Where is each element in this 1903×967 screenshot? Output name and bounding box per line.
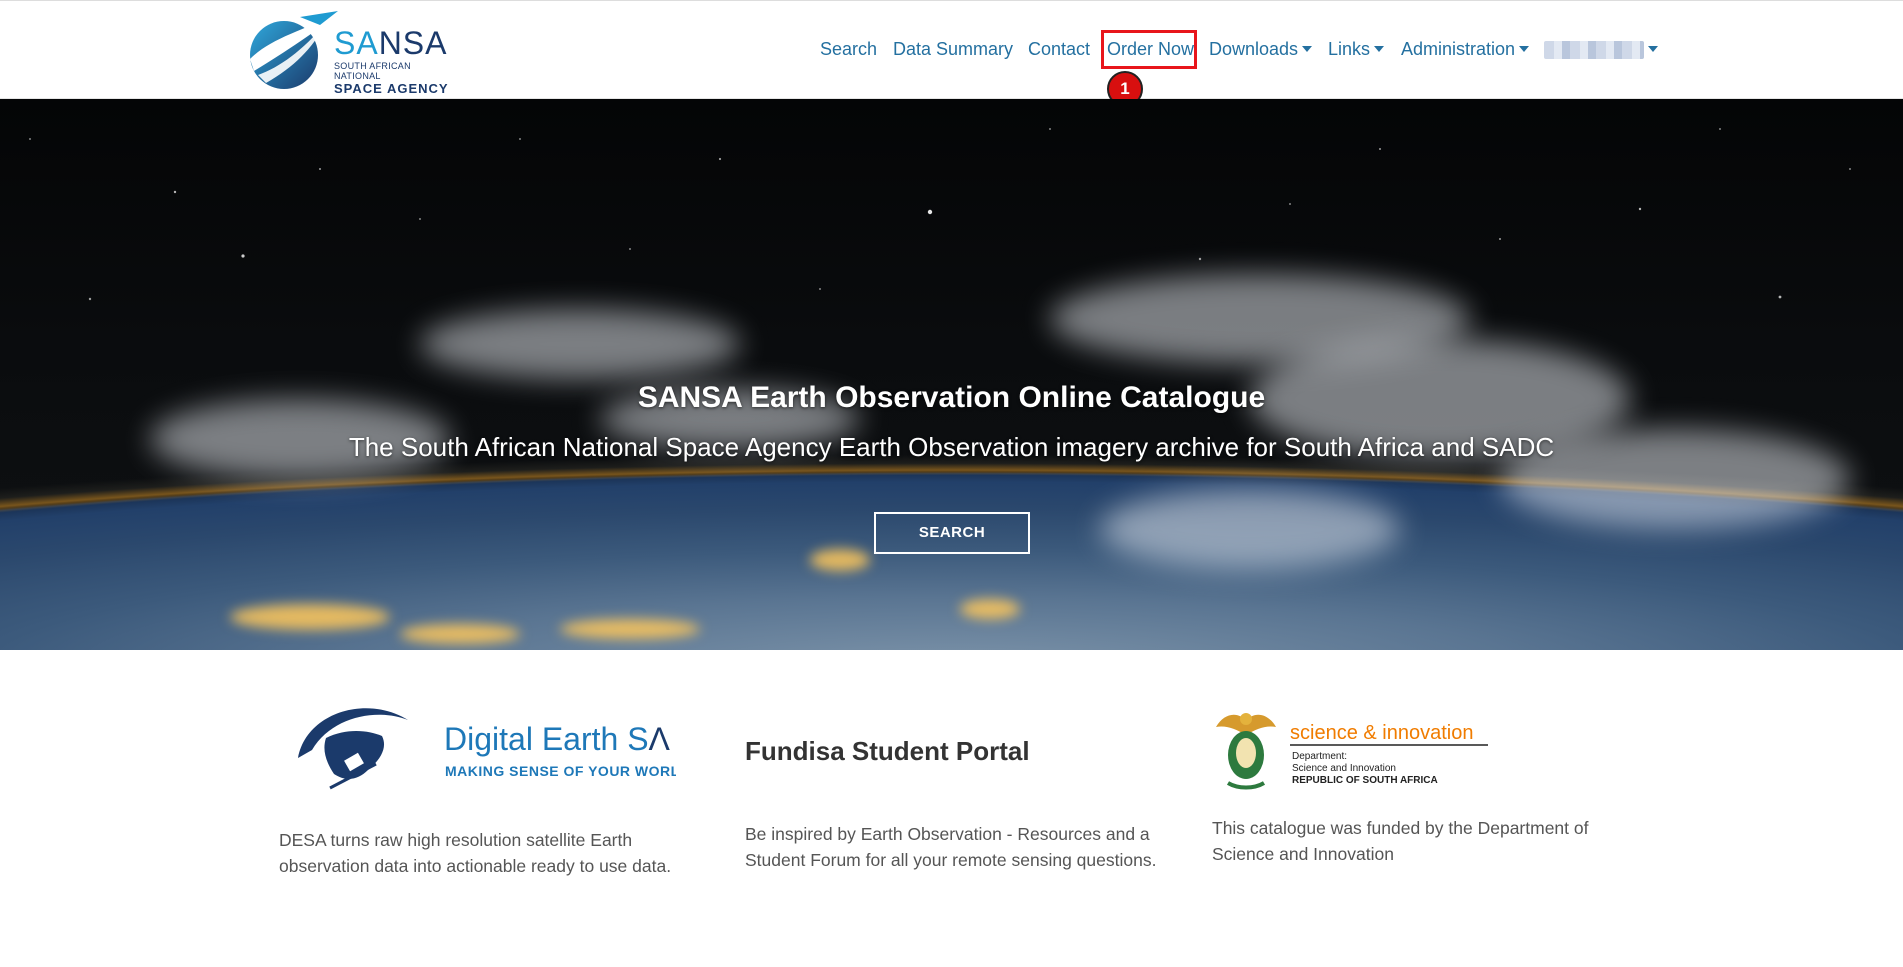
nav-data-summary[interactable]: Data Summary — [893, 34, 1013, 64]
sansa-wordmark: SANSA SOUTH AFRICAN NATIONAL SPACE AGENC… — [334, 27, 455, 96]
user-name-redacted — [1544, 41, 1644, 60]
nav-administration[interactable]: Administration — [1401, 34, 1530, 64]
desa-logo-name: Digital Earth SΛ — [444, 721, 671, 757]
desa-description: DESA turns raw high resolution satellite… — [279, 830, 672, 876]
chevron-down-icon — [1302, 46, 1313, 53]
dsi-description: This catalogue was funded by the Departm… — [1212, 818, 1589, 864]
city-lights — [230, 604, 390, 630]
brand-name-rest: NSA — [378, 25, 448, 61]
nav-administration-label: Administration — [1401, 39, 1516, 59]
desa-logo-tagline: MAKING SENSE OF YOUR WORLD — [445, 763, 676, 779]
nav-downloads-label: Downloads — [1209, 39, 1299, 59]
dsi-logo[interactable]: science & innovation Department: Science… — [1210, 705, 1510, 795]
chevron-down-icon — [1648, 46, 1658, 53]
nav-user-menu[interactable] — [1544, 34, 1658, 64]
chevron-down-icon — [1519, 46, 1530, 53]
nav-downloads[interactable]: Downloads — [1209, 34, 1313, 64]
dsi-logo-line1: Department: — [1292, 751, 1347, 762]
dsi-logo-title: science & innovation — [1290, 722, 1473, 744]
highlight-box — [1101, 30, 1197, 69]
chevron-down-icon — [1374, 46, 1385, 53]
top-navbar: SANSA SOUTH AFRICAN NATIONAL SPACE AGENC… — [0, 0, 1903, 107]
hero-banner: SANSA Earth Observation Online Catalogue… — [0, 99, 1903, 650]
brand-subtitle-2: SPACE AGENCY — [334, 81, 449, 96]
cloud — [420, 309, 740, 379]
desa-emblem-icon: Digital Earth SΛ MAKING SENSE OF YOUR WO… — [298, 708, 690, 790]
coat-of-arms-icon: science & innovation Department: Science… — [1216, 713, 1488, 790]
city-lights — [560, 619, 700, 639]
fundisa-title[interactable]: Fundisa Student Portal — [745, 736, 1030, 767]
desa-logo[interactable]: Digital Earth SΛ MAKING SENSE OF YOUR WO… — [296, 698, 690, 798]
dsi-logo-line2: Science and Innovation — [1292, 763, 1396, 774]
brand-name-accent: SA — [334, 25, 379, 61]
city-lights — [960, 599, 1020, 619]
star-field — [29, 128, 1851, 301]
sansa-logo[interactable]: SANSA SOUTH AFRICAN NATIONAL SPACE AGENC… — [240, 9, 455, 96]
city-lights — [810, 549, 870, 571]
cloud — [1100, 489, 1400, 569]
fundisa-description: Be inspired by Earth Observation - Resou… — [745, 824, 1157, 870]
hero-title: SANSA Earth Observation Online Catalogue — [637, 381, 1266, 414]
sansa-globe-icon — [250, 11, 340, 89]
hero-subtitle: The South African National Space Agency … — [348, 432, 1555, 462]
hero-search-button[interactable]: SEARCH — [874, 512, 1030, 554]
city-lights — [400, 624, 520, 644]
nav-links[interactable]: Links — [1328, 34, 1385, 64]
nav-links-label: Links — [1328, 39, 1371, 59]
dsi-logo-line3: REPUBLIC OF SOUTH AFRICA — [1292, 775, 1438, 786]
brand-subtitle-1: SOUTH AFRICAN NATIONAL — [334, 61, 411, 81]
nav-search[interactable]: Search — [820, 34, 877, 64]
nav-contact[interactable]: Contact — [1028, 34, 1090, 64]
